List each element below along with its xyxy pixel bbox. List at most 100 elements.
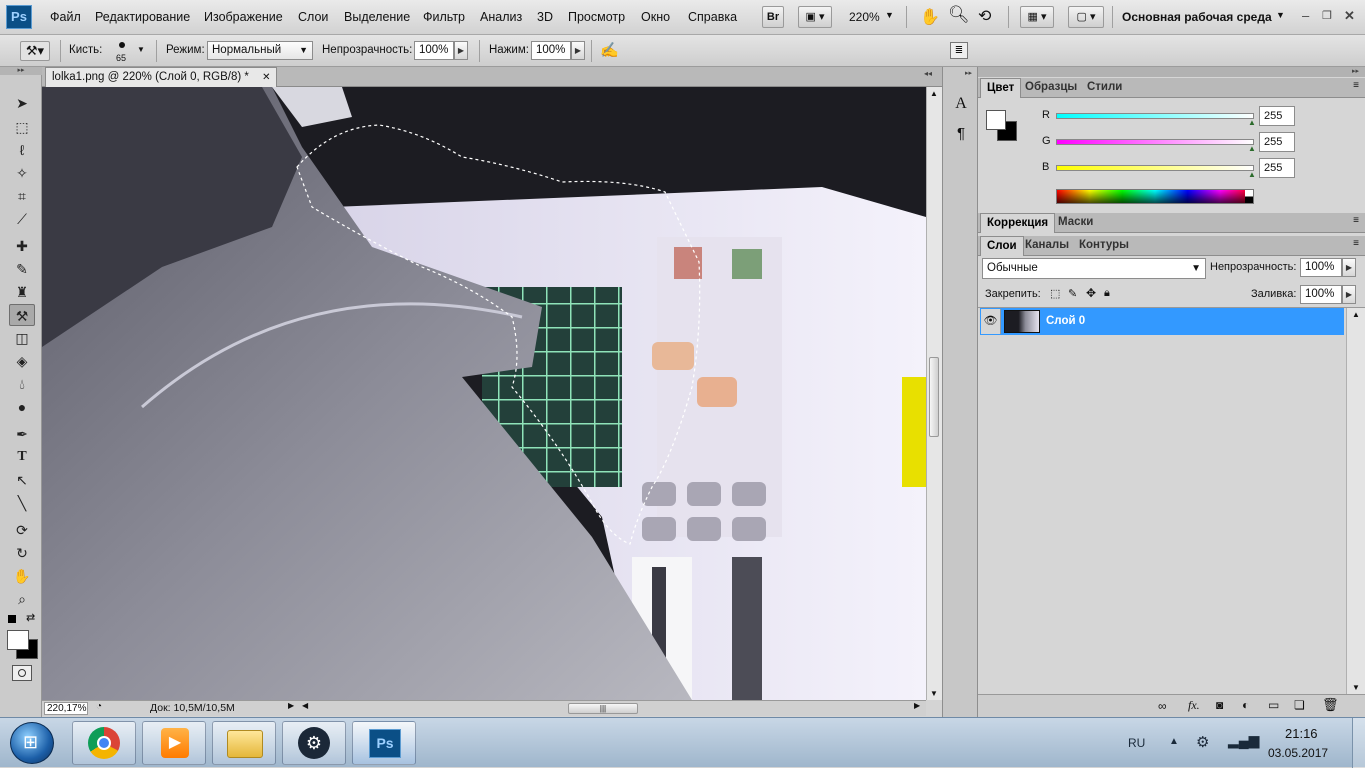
tab-layers[interactable]: Слои <box>980 236 1024 256</box>
healing-brush-tool-icon[interactable]: ✚ <box>9 235 35 257</box>
menu-filter[interactable]: Фильтр <box>423 10 465 24</box>
scroll-thumb[interactable] <box>929 357 939 437</box>
type-tool-icon[interactable]: T <box>9 446 35 468</box>
tab-paths[interactable]: Контуры <box>1073 236 1135 256</box>
opacity-slider-button[interactable]: ▶ <box>454 41 468 60</box>
color-fg-swatch[interactable] <box>986 110 1006 130</box>
panel-menu-icon[interactable]: ≡ <box>1353 238 1359 249</box>
r-slider[interactable] <box>1056 113 1254 119</box>
new-group-icon[interactable]: ▭ <box>1268 698 1279 712</box>
menu-layers[interactable]: Слои <box>298 10 328 24</box>
arrange-documents-button[interactable]: ▦ ▾ <box>1020 6 1054 28</box>
clock-date[interactable]: 03.05.2017 <box>1268 746 1328 760</box>
r-slider-handle-icon[interactable]: ▲ <box>1248 118 1256 127</box>
brush-tool-icon[interactable]: ✎ <box>9 258 35 280</box>
taskbar-explorer[interactable] <box>212 721 276 765</box>
panel-menu-icon[interactable]: ≡ <box>1353 80 1359 91</box>
foreground-color-swatch[interactable] <box>7 630 29 650</box>
layer-opacity-slider-button[interactable]: ▶ <box>1342 258 1356 277</box>
brush-dropdown-icon[interactable]: ▼ <box>137 45 145 54</box>
tab-masks[interactable]: Маски <box>1052 213 1099 233</box>
tablet-pressure-icon[interactable]: ✍ <box>600 41 619 59</box>
bridge-button[interactable]: Br <box>762 6 784 28</box>
layer-style-icon[interactable]: fx. <box>1188 698 1200 713</box>
crop-tool-icon[interactable]: ⌗ <box>9 185 35 207</box>
3d-rotate-tool-icon[interactable]: ⟳ <box>9 519 35 541</box>
b-slider[interactable] <box>1056 165 1254 171</box>
menu-3d[interactable]: 3D <box>537 10 553 24</box>
menu-analysis[interactable]: Анализ <box>480 10 522 24</box>
menu-window[interactable]: Окно <box>641 10 670 24</box>
close-tab-icon[interactable]: ✕ <box>262 72 270 83</box>
fill-slider-button[interactable]: ▶ <box>1342 285 1356 304</box>
menu-help[interactable]: Справка <box>688 10 737 24</box>
restore-icon[interactable]: ❐ <box>1322 9 1332 22</box>
language-indicator[interactable]: RU <box>1128 736 1145 750</box>
scroll-up-icon[interactable]: ▲ <box>1352 310 1360 319</box>
lock-all-icon[interactable]: 🔒︎ <box>1104 287 1110 300</box>
g-slider[interactable] <box>1056 139 1254 145</box>
steam-tray-icon[interactable]: ⚙ <box>1196 733 1209 751</box>
lock-transparency-icon[interactable]: ⬚ <box>1050 287 1060 300</box>
layer-name[interactable]: Слой 0 <box>1046 315 1085 327</box>
zoom-dropdown-icon[interactable]: ▼ <box>885 10 894 20</box>
menu-image[interactable]: Изображение <box>204 10 283 24</box>
layers-scrollbar[interactable]: ▲ ▼ <box>1346 308 1365 694</box>
minimize-icon[interactable]: – <box>1302 8 1309 23</box>
vertical-scrollbar[interactable]: ▲ ▼ <box>926 87 942 700</box>
r-input[interactable]: 255 <box>1259 106 1295 126</box>
eraser-tool-icon[interactable]: ◫ <box>9 327 35 349</box>
horizontal-scroll-thumb[interactable]: ||| <box>568 703 638 714</box>
clock-time[interactable]: 21:16 <box>1285 726 1318 741</box>
magic-wand-tool-icon[interactable]: ✧ <box>9 162 35 184</box>
expand-panels-icon[interactable]: ▸▸ <box>965 69 972 77</box>
lock-position-icon[interactable]: ✥ <box>1086 286 1096 300</box>
tab-styles[interactable]: Стили <box>1081 78 1128 98</box>
path-selection-tool-icon[interactable]: ↖ <box>9 469 35 491</box>
show-desktop-button[interactable] <box>1352 718 1365 768</box>
visibility-eye-icon[interactable]: 👁︎ <box>981 309 1001 334</box>
scroll-left-icon[interactable]: ◀ <box>302 701 308 710</box>
g-input[interactable]: 255 <box>1259 132 1295 152</box>
show-hidden-icons-icon[interactable]: ▲ <box>1169 736 1179 747</box>
paragraph-panel-icon[interactable]: ¶ <box>951 125 971 147</box>
network-signal-icon[interactable]: ▂▄▆ <box>1228 732 1259 749</box>
tool-preset-picker[interactable]: ⚒▾ <box>20 41 50 61</box>
b-input[interactable]: 255 <box>1259 158 1295 178</box>
hand-tool-icon[interactable]: ✋ <box>9 565 35 587</box>
menu-edit[interactable]: Редактирование <box>95 10 190 24</box>
g-slider-handle-icon[interactable]: ▲ <box>1248 144 1256 153</box>
zoom-status-input[interactable]: 220,17% <box>44 702 88 715</box>
tab-channels[interactable]: Каналы <box>1019 236 1075 256</box>
clone-stamp-tool-icon[interactable]: ♜ <box>9 281 35 303</box>
eyedropper-tool-icon[interactable]: ⟋ <box>9 208 35 230</box>
brush-panel-toggle-icon[interactable]: ≣ <box>950 42 968 59</box>
panel-menu-icon[interactable]: ≡ <box>1353 215 1359 226</box>
quick-mask-icon[interactable] <box>12 665 32 681</box>
adjustment-layer-icon[interactable]: ◐ <box>1242 698 1249 712</box>
photoshop-logo[interactable]: Ps <box>6 5 32 29</box>
status-menu-icon[interactable]: ◔ <box>96 701 102 712</box>
opacity-input[interactable]: 100% <box>414 41 454 60</box>
layer-opacity-input[interactable]: 100% <box>1300 258 1342 277</box>
tab-swatches[interactable]: Образцы <box>1019 78 1083 98</box>
zoom-tool-icon[interactable]: ⌕ <box>9 588 35 610</box>
taskbar-media-player[interactable]: ▶ <box>142 721 206 765</box>
scroll-down-icon[interactable]: ▼ <box>1352 683 1360 692</box>
screen-mode-button[interactable]: ▢ ▾ <box>1068 6 1104 28</box>
3d-orbit-tool-icon[interactable]: ↻ <box>9 542 35 564</box>
character-panel-icon[interactable]: A <box>951 95 971 117</box>
zoom-tool-icon[interactable]: 🔍︎ <box>948 5 970 25</box>
lasso-tool-icon[interactable]: ℓ <box>9 139 35 161</box>
b-slider-handle-icon[interactable]: ▲ <box>1248 170 1256 179</box>
zoom-level[interactable]: 220% <box>849 10 880 24</box>
history-brush-tool-icon[interactable]: ⚒ <box>9 304 35 326</box>
menu-select[interactable]: Выделение <box>344 10 410 24</box>
menu-view[interactable]: Просмотр <box>568 10 625 24</box>
paint-bucket-tool-icon[interactable]: ◈ <box>9 350 35 372</box>
taskbar-photoshop[interactable]: Ps <box>352 721 416 765</box>
fill-input[interactable]: 100% <box>1300 285 1342 304</box>
mode-select[interactable]: Нормальный ▼ <box>207 41 313 60</box>
link-layers-icon[interactable]: ∞ <box>1158 699 1167 713</box>
hand-tool-icon[interactable]: ✋ <box>920 7 940 27</box>
